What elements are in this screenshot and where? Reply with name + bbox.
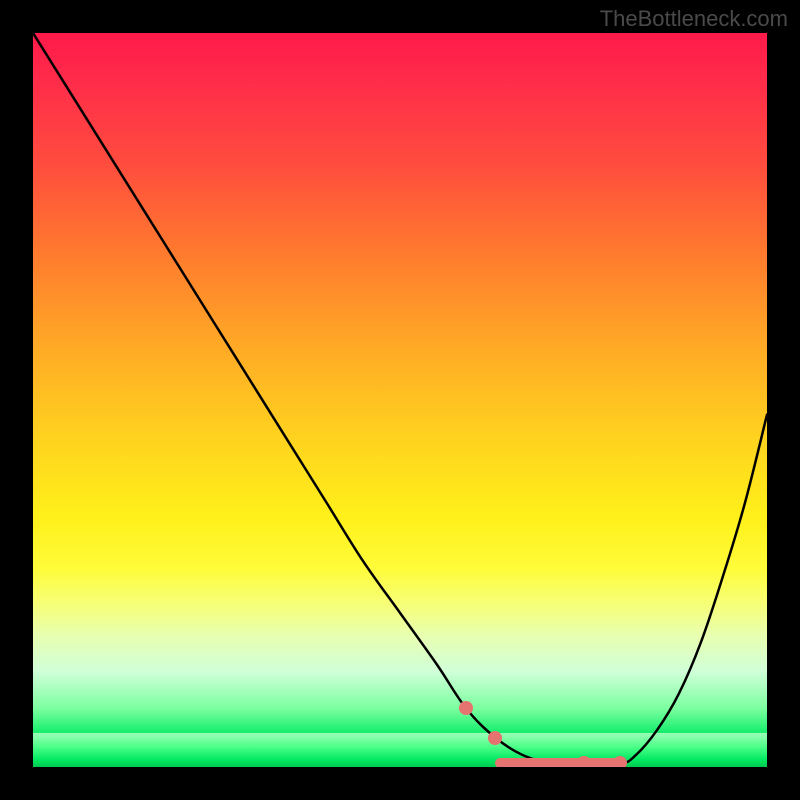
flat-min-segment (495, 758, 620, 767)
highlight-marker (488, 731, 502, 745)
watermark-text: TheBottleneck.com (600, 6, 788, 32)
plot-area (33, 33, 767, 767)
highlight-marker (459, 701, 473, 715)
curve-markers (33, 33, 767, 767)
